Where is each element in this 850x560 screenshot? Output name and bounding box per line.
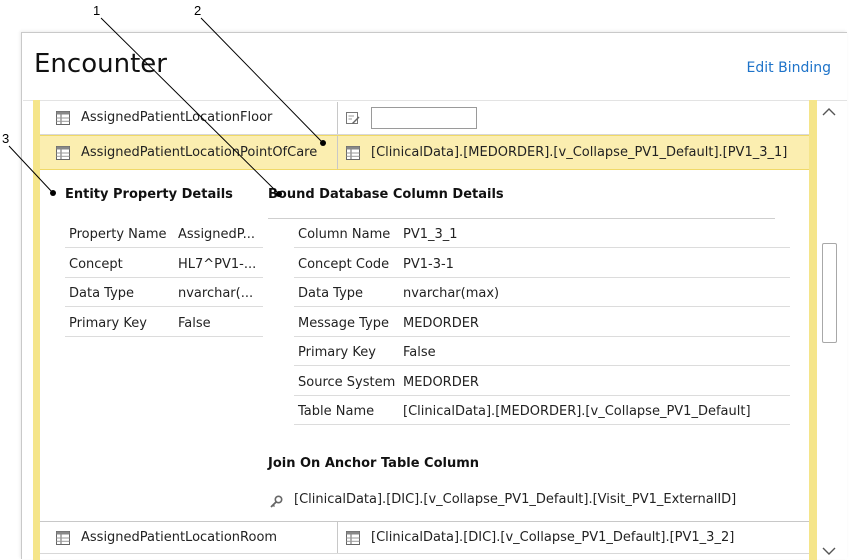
column-detail-row: Column Name PV1_3_1 [294, 219, 790, 248]
page-title: Encounter [34, 49, 167, 79]
chevron-down-icon[interactable] [820, 544, 838, 558]
column-detail-value: [ClinicalData].[MEDORDER].[v_Collapse_PV… [403, 404, 751, 419]
column-detail-label: Source System [298, 374, 396, 390]
entity-detail-value: AssignedP... [178, 227, 256, 242]
list-left-accent [33, 100, 40, 560]
entity-detail-row: Data Type nvarchar(... [65, 278, 263, 307]
encounter-panel: Encounter Edit Binding AssignedPatientLo… [21, 32, 847, 560]
column-detail-value: MEDORDER [403, 374, 479, 390]
column-detail-row: Table Name [ClinicalData].[MEDORDER].[v_C… [294, 396, 790, 425]
property-name: AssignedPatientLocationPointOfCare [81, 145, 318, 160]
column-detail-label: Table Name [298, 404, 375, 419]
column-detail-label: Data Type [298, 286, 364, 301]
table-column-icon [56, 146, 70, 160]
column-detail-value: nvarchar(max) [403, 286, 500, 301]
column-detail-value: False [403, 345, 436, 360]
binding-value: [ClinicalData].[MEDORDER].[v_Collapse_PV… [371, 145, 788, 160]
entity-detail-label: Data Type [69, 286, 135, 301]
column-detail-label: Message Type [298, 315, 389, 331]
column-detail-value: MEDORDER [403, 315, 479, 331]
property-cell: AssignedPatientLocationRoom [40, 522, 338, 553]
header-divider [23, 100, 847, 101]
column-detail-row: Data Type nvarchar(max) [294, 278, 790, 307]
callout-3: 3 [2, 131, 10, 146]
list-right-accent [809, 100, 817, 560]
callout-1: 1 [93, 3, 101, 18]
table-column-icon [346, 146, 360, 160]
column-detail-value: PV1-3-1 [403, 256, 454, 272]
entity-detail-row: Concept HL7^PV1-... [65, 249, 263, 278]
property-name: AssignedPatientLocationFloor [81, 110, 273, 125]
chevron-up-icon[interactable] [820, 105, 838, 119]
column-detail-row: Concept Code PV1-3-1 [294, 249, 790, 278]
column-details-title: Bound Database Column Details [268, 187, 504, 202]
binding-cell: [ClinicalData].[MEDORDER].[v_Collapse_PV… [338, 136, 809, 169]
scrollbar-thumb[interactable] [822, 243, 837, 343]
details-panel: Entity Property Details Bound Database C… [40, 170, 809, 515]
column-detail-row: Primary Key False [294, 337, 790, 366]
list-item-room[interactable]: AssignedPatientLocationRoom [ClinicalDat… [40, 521, 809, 554]
entity-detail-row: Property Name AssignedP... [65, 219, 263, 248]
column-detail-row: Message Type MEDORDER [294, 308, 790, 337]
table-column-icon [346, 531, 360, 545]
table-column-icon [56, 531, 70, 545]
column-detail-label: Column Name [298, 227, 391, 242]
table-column-icon [56, 111, 70, 125]
callout-2: 2 [194, 3, 202, 18]
entity-detail-label: Concept [69, 256, 123, 272]
binding-cell: [ClinicalData].[DIC].[v_Collapse_PV1_Def… [338, 522, 809, 553]
list-item-floor[interactable]: AssignedPatientLocationFloor [40, 102, 809, 135]
key-icon [270, 495, 283, 508]
join-title: Join On Anchor Table Column [268, 456, 480, 471]
entity-detail-label: Property Name [69, 227, 167, 242]
edit-binding-link[interactable]: Edit Binding [747, 60, 831, 76]
list-item-point-of-care[interactable]: AssignedPatientLocationPointOfCare [Clin… [40, 135, 809, 170]
column-detail-label: Concept Code [298, 256, 390, 272]
edit-field-icon[interactable] [346, 111, 360, 125]
binding-input[interactable] [371, 107, 477, 129]
binding-cell [338, 102, 809, 134]
entity-detail-label: Primary Key [69, 315, 147, 331]
column-detail-value: PV1_3_1 [403, 227, 458, 242]
property-cell: AssignedPatientLocationFloor [40, 102, 338, 134]
property-name: AssignedPatientLocationRoom [81, 530, 278, 545]
entity-detail-value: False [178, 315, 211, 331]
join-value: [ClinicalData].[DIC].[v_Collapse_PV1_Def… [294, 492, 737, 507]
entity-detail-value: nvarchar(... [178, 286, 254, 301]
entity-detail-value: HL7^PV1-... [178, 256, 257, 272]
column-detail-row: Source System MEDORDER [294, 367, 790, 396]
column-detail-label: Primary Key [298, 345, 376, 360]
binding-value: [ClinicalData].[DIC].[v_Collapse_PV1_Def… [371, 530, 735, 545]
entity-detail-row: Primary Key False [65, 308, 263, 337]
entity-details-title: Entity Property Details [65, 187, 233, 202]
property-cell: AssignedPatientLocationPointOfCare [40, 136, 338, 169]
